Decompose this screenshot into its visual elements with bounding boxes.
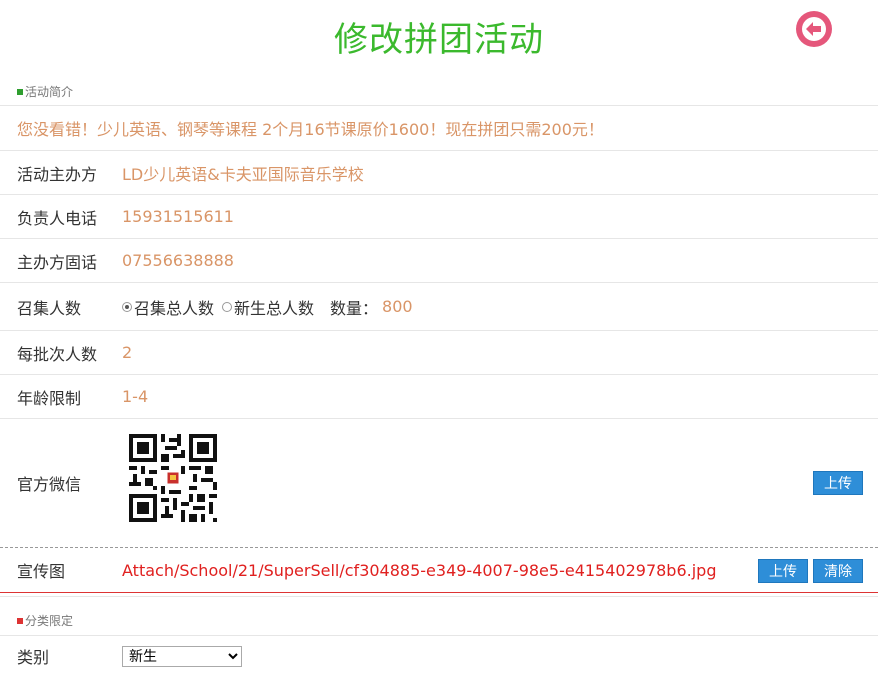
phone-label: 负责人电话 [17,208,98,228]
section-header-category: 分类限定 [0,608,878,636]
radio-total[interactable] [122,301,132,312]
landline-value[interactable]: 07556638888 [122,251,234,270]
red-square-icon [17,617,23,624]
quantity-value[interactable]: 800 [382,297,413,316]
section-intro-label: 活动简介 [25,85,74,99]
phone-row: 负责人电话 15931515611 [0,195,878,239]
landline-label: 主办方固话 [17,252,98,272]
age-row: 年龄限制 1-4 [0,375,878,419]
green-square-icon [17,88,23,95]
category-select[interactable]: 新生 [122,646,242,667]
promo-label: 宣传图 [17,562,66,581]
wechat-upload-button[interactable]: 上传 [813,471,863,495]
wechat-label: 官方微信 [17,475,82,494]
option-new-label[interactable]: 新生总人数 [234,295,314,319]
organizer-value[interactable]: LD少儿英语&卡夫亚国际音乐学校 [122,161,364,185]
arrow-left-circle-icon [802,17,826,41]
radio-new[interactable] [222,301,233,312]
category-label: 类别 [17,648,50,667]
recruit-row: 召集人数 召集总人数 新生总人数 数量： 800 [0,283,878,331]
batch-value[interactable]: 2 [122,343,132,362]
page-title: 修改拼团活动 [334,20,544,60]
option-total-label[interactable]: 召集总人数 [134,295,214,319]
back-button[interactable] [796,11,832,47]
age-value[interactable]: 1-4 [122,387,148,406]
section-category-label: 分类限定 [25,614,74,628]
phone-value[interactable]: 15931515611 [122,207,234,226]
quantity-label: 数量： [330,298,379,318]
batch-label: 每批次人数 [17,344,98,364]
organizer-label: 活动主办方 [17,164,98,184]
landline-row: 主办方固话 07556638888 [0,239,878,283]
divider [0,596,878,597]
wechat-qr-code [129,434,217,522]
age-label: 年龄限制 [17,388,82,408]
organizer-row: 活动主办方 LD少儿英语&卡夫亚国际音乐学校 [0,151,878,195]
promo-clear-button[interactable]: 清除 [813,559,863,583]
promo-upload-button[interactable]: 上传 [758,559,808,583]
page-header: 修改拼团活动 [0,0,878,80]
intro-text: 您没看错！少儿英语、钢琴等课程 2个月16节课原价1600！现在拼团只需200元… [17,120,604,139]
intro-row: 您没看错！少儿英语、钢琴等课程 2个月16节课原价1600！现在拼团只需200元… [0,106,878,151]
promo-path[interactable]: Attach/School/21/SuperSell/cf304885-e349… [122,561,716,580]
section-header-intro: 活动简介 [0,80,878,106]
batch-row: 每批次人数 2 [0,331,878,375]
recruit-label: 召集人数 [17,298,82,318]
promo-row: 宣传图 Attach/School/21/SuperSell/cf304885-… [0,548,878,593]
